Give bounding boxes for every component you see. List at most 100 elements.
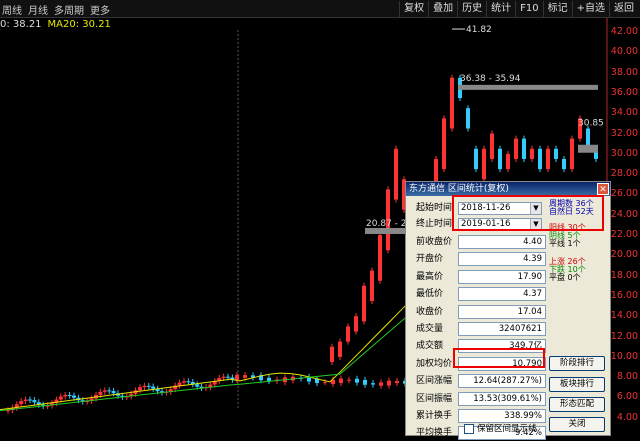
keep-range-line-checkbox[interactable]: 保留区间显示线: [464, 422, 537, 434]
dialog-title-bar[interactable]: 东方通信 区间统计(复权) ✕: [406, 182, 610, 196]
candle-body: [146, 385, 151, 387]
price-tick-label: 12.00: [610, 330, 638, 342]
candle-body: [498, 148, 502, 170]
close-button[interactable]: 关闭: [549, 417, 605, 432]
candle-body: [323, 382, 327, 384]
candle-body: [138, 387, 142, 391]
price-tick-label: 18.00: [610, 269, 638, 281]
candle-body: [538, 148, 542, 170]
toolbar-button[interactable]: 复权: [399, 1, 428, 17]
period-tabs: 周线 月线 多周期 更多: [2, 0, 110, 18]
stat-label: 平均换手: [416, 428, 453, 439]
stat-row: 成交量 32407621: [406, 321, 612, 337]
candle-body: [142, 385, 147, 388]
stat-value: 32407621: [458, 322, 546, 336]
price-tick-label: 10.00: [610, 350, 638, 362]
stat-value: 338.99%: [458, 409, 546, 423]
stat-label: 最低价: [416, 289, 444, 300]
candle-body: [107, 390, 112, 392]
close-icon[interactable]: ✕: [597, 183, 609, 195]
candle-body: [195, 384, 200, 387]
stat-row: 最高价 17.90: [406, 269, 612, 285]
stat-label: 成交额: [416, 341, 444, 352]
candle-body: [221, 376, 226, 378]
candle-body: [267, 377, 271, 382]
candle-body: [182, 381, 186, 383]
candle-body: [354, 316, 358, 332]
price-label: 30.85: [578, 118, 604, 128]
date-highlight-box: [452, 195, 604, 231]
candle-body: [466, 108, 470, 129]
candle-body: [177, 382, 182, 386]
candle-body: [339, 378, 343, 384]
stat-value: 4.37: [458, 287, 546, 302]
stat-row: 最低价 4.37: [406, 286, 612, 302]
stage-ranking-button[interactable]: 阶段排行: [549, 356, 605, 371]
candle-body: [19, 401, 24, 405]
period-tab[interactable]: 周线: [2, 2, 22, 17]
toolbar-buttons: 复权 叠加 历史 统计 F10 标记 +自选 返回: [399, 0, 638, 18]
stat-value: 12.64(287.27%): [458, 374, 546, 389]
toolbar-button[interactable]: 叠加: [428, 1, 457, 17]
toolbar-button[interactable]: 历史: [457, 1, 486, 17]
price-tick-label: 32.00: [610, 127, 638, 139]
candle-body: [63, 394, 68, 397]
toolbar-button[interactable]: 统计: [486, 1, 515, 17]
price-tick-label: 36.00: [610, 86, 638, 98]
candle-body: [530, 148, 534, 159]
candle-body: [28, 399, 32, 401]
candle-body: [387, 380, 391, 386]
candle-body: [102, 390, 107, 392]
stat-value: 4.39: [458, 252, 546, 267]
candle-body: [490, 133, 494, 159]
candle-body: [514, 138, 518, 159]
stat-value: 17.90: [458, 269, 546, 284]
candle-body: [346, 326, 350, 342]
toolbar-button[interactable]: 返回: [609, 1, 638, 17]
stat-label: 区间涨幅: [416, 376, 453, 387]
price-tick-label: 42.00: [610, 26, 638, 37]
period-tab[interactable]: 更多: [90, 2, 110, 17]
candle-body: [474, 148, 478, 170]
candle-body: [554, 148, 558, 159]
candle-body: [23, 399, 28, 402]
stat-label: 成交量: [416, 324, 444, 334]
candle-body: [522, 138, 526, 159]
candle-body: [347, 379, 351, 381]
period-tab[interactable]: 多周期: [54, 2, 84, 17]
candle-body: [562, 158, 566, 170]
price-tick-label: 20.00: [610, 249, 638, 261]
price-tick-label: 30.00: [610, 147, 638, 159]
pattern-match-button[interactable]: 形态匹配: [549, 397, 605, 412]
price-tick-label: 22.00: [610, 229, 638, 240]
candle-body: [570, 138, 574, 170]
toolbar-button[interactable]: F10: [515, 1, 542, 17]
price-tick-label: 16.00: [610, 289, 638, 301]
candle-body: [546, 148, 550, 170]
candle-body: [379, 382, 383, 386]
toolbar-button[interactable]: 标记: [542, 1, 572, 17]
start-time-label: 起始时间: [416, 203, 453, 213]
candle-body: [111, 391, 116, 394]
stat-value: 4.40: [458, 235, 546, 249]
high-label: 41.82: [466, 25, 492, 35]
stat-row: 前收盘价 4.40: [406, 234, 612, 250]
stat-label: 最高价: [416, 271, 444, 282]
candle-body: [338, 341, 342, 357]
period-tab[interactable]: 月线: [28, 2, 48, 17]
price-tick-label: 6.00: [616, 391, 638, 403]
price-tick-label: 34.00: [610, 107, 638, 119]
candle-body: [243, 375, 247, 378]
toolbar: 周线 月线 多周期 更多 复权 叠加 历史 统计 F10 标记 +自选 返回: [0, 0, 640, 18]
candle-body: [235, 374, 239, 381]
candle-body: [394, 148, 398, 200]
price-tick-label: 40.00: [610, 46, 638, 58]
candle-body: [151, 386, 156, 389]
stat-value: 13.53(309.61%): [458, 391, 546, 406]
price-tick-label: 4.00: [616, 411, 638, 423]
sector-ranking-button[interactable]: 板块排行: [549, 377, 605, 392]
change-highlight-box: [453, 348, 545, 368]
stat-label: 区间振幅: [416, 393, 453, 404]
candle-body: [226, 376, 230, 378]
toolbar-button[interactable]: +自选: [571, 1, 609, 17]
